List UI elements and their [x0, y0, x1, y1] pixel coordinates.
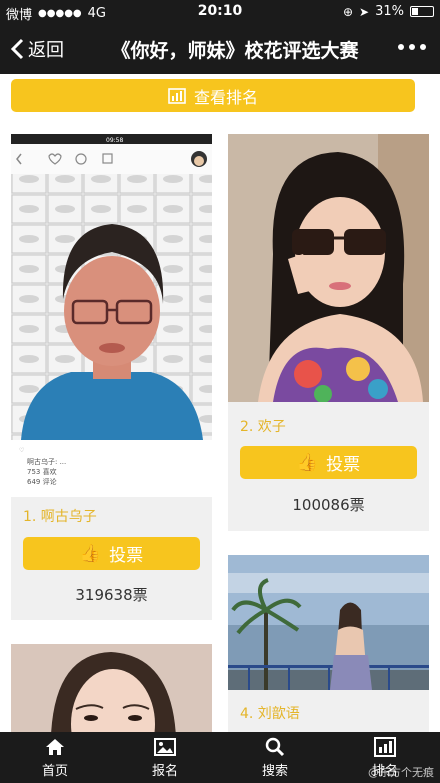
embedded-stat: 啊古乌子: ... [27, 457, 66, 466]
embedded-screenshot-image: 09:58 ♡ 啊古乌子: ... 753 喜欢 649 评论 [11, 134, 212, 497]
tab-label: 首页 [41, 763, 68, 779]
chevron-left-icon [10, 38, 24, 60]
battery-percent: 31% [375, 4, 404, 19]
tab-label: 搜索 [261, 763, 288, 779]
contestant-card[interactable] [11, 644, 212, 732]
vote-button[interactable]: 👍 投票 [23, 537, 200, 570]
tab-home[interactable]: 首页 [0, 732, 110, 783]
contestant-photo[interactable] [228, 555, 429, 690]
more-dot [409, 44, 415, 50]
portrait-image [11, 644, 212, 732]
contestant-card[interactable]: 4. 刘歆语 [228, 555, 429, 732]
contestant-photo[interactable] [11, 644, 212, 732]
thumbs-up-icon: 👍 [296, 452, 319, 473]
contestant-name: 1. 啊古乌子 [23, 509, 97, 525]
home-icon [46, 738, 64, 755]
more-dot [398, 44, 404, 50]
page-title: 《你好，师妹》校花评选大赛 [111, 40, 359, 62]
embedded-stat: 753 喜欢 [27, 467, 57, 476]
contestant-card[interactable]: 2. 欢子 👍 投票 100086票 [228, 134, 429, 531]
search-icon [265, 737, 285, 756]
chart-icon [374, 736, 396, 757]
vote-label: 投票 [109, 546, 144, 566]
watermark: @东方个无痕 [368, 766, 434, 779]
status-bar: 微博 ●●●●● 4G 20:10 ⊕ ➤ 31% [0, 0, 440, 24]
chart-icon [168, 87, 186, 104]
vote-button[interactable]: 👍 投票 [240, 446, 417, 479]
back-label: 返回 [28, 40, 64, 61]
tab-signup[interactable]: 报名 [110, 732, 220, 783]
back-button[interactable]: 返回 [10, 36, 64, 62]
thumbs-up-icon: 👍 [79, 543, 102, 564]
vote-label: 投票 [326, 455, 361, 475]
image-icon [154, 737, 176, 756]
view-ranking-button[interactable]: 查看排名 [11, 79, 415, 112]
vote-count: 319638票 [75, 586, 148, 604]
lock-rotation-icon: ⊕ [342, 4, 354, 19]
view-ranking-label: 查看排名 [193, 87, 258, 107]
contestant-name: 2. 欢子 [240, 419, 286, 435]
embedded-stat: 649 评论 [27, 477, 57, 486]
contestant-photo[interactable] [228, 134, 429, 402]
tab-label: 报名 [151, 763, 178, 779]
contestant-card[interactable]: 09:58 ♡ 啊古乌子: ... 753 喜欢 649 评论 1. 啊古乌子 … [11, 134, 212, 620]
more-button[interactable] [398, 44, 426, 50]
nav-bar: 返回 《你好，师妹》校花评选大赛 [0, 24, 440, 74]
battery-icon [410, 6, 434, 17]
embedded-time: 09:58 [106, 137, 123, 144]
vote-count: 100086票 [292, 496, 365, 514]
beach-photo [228, 555, 429, 690]
contestant-photo[interactable]: 09:58 ♡ 啊古乌子: ... 753 喜欢 649 评论 [11, 134, 212, 497]
contest-feed[interactable]: 查看排名 09:58 ♡ 啊古乌子: ... 753 喜欢 649 评论 1. … [0, 74, 440, 732]
portrait-image [228, 134, 429, 402]
more-dot [420, 44, 426, 50]
status-right: ⊕ ➤ 31% [343, 4, 434, 19]
tab-search[interactable]: 搜索 [220, 732, 330, 783]
contestant-name: 4. 刘歆语 [240, 706, 300, 722]
location-icon: ➤ [359, 4, 370, 19]
svg-text:♡: ♡ [19, 447, 24, 454]
